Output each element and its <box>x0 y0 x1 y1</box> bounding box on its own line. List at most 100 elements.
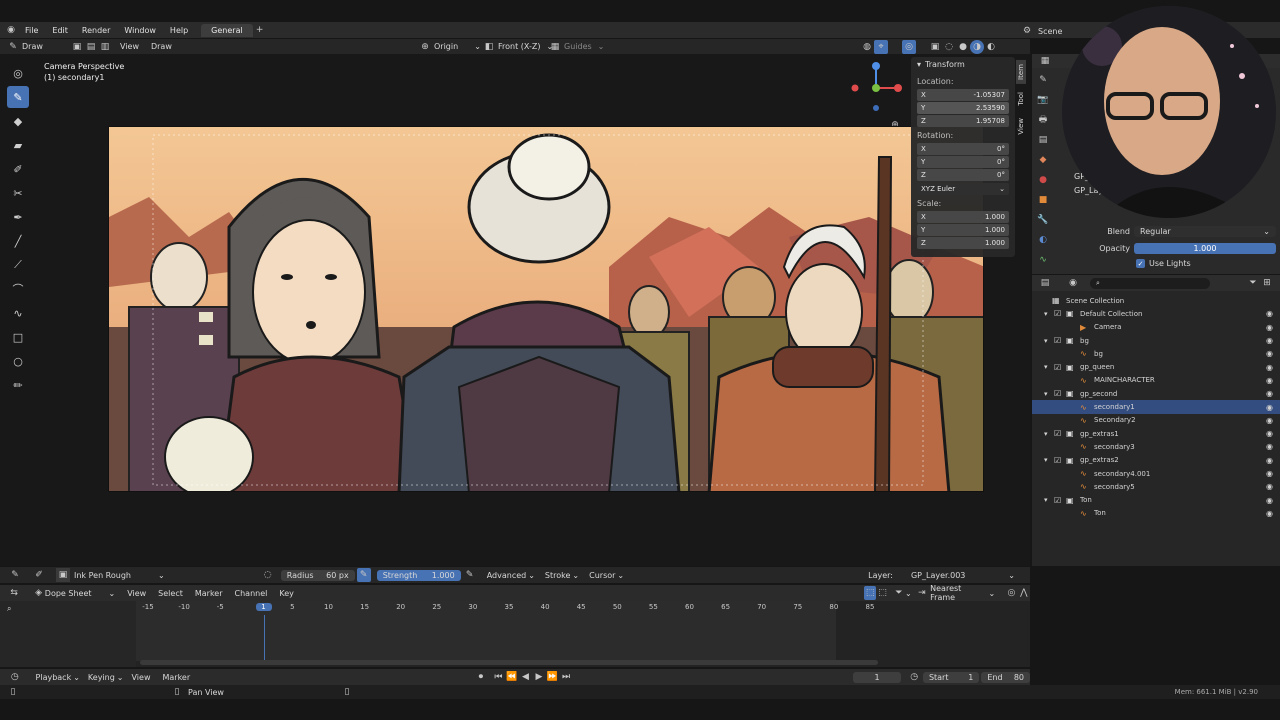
play-reverse-icon[interactable]: ◀ <box>519 670 533 684</box>
gizmo-neg-z-axis[interactable] <box>873 105 879 111</box>
outliner-row[interactable]: ∿ secondary1 ◉ <box>1032 400 1280 414</box>
circle-tool-icon[interactable]: ○ <box>7 350 29 372</box>
gizmo-icon[interactable]: ⌖ <box>874 39 888 54</box>
polyline-tool-icon[interactable]: ⟋ <box>7 254 29 276</box>
location-z-field[interactable]: Z 1.95708 <box>917 115 1009 127</box>
properties-editor-icon[interactable]: ▦ <box>1038 54 1052 68</box>
add-workspace-icon[interactable]: + <box>253 23 267 37</box>
display-mode-icon[interactable]: ◉ <box>1066 276 1080 290</box>
gizmo-x-axis[interactable] <box>894 84 902 92</box>
visibility-eye-icon[interactable]: ◉ <box>1266 349 1273 358</box>
collection-checkbox-icon[interactable]: ☑ <box>1054 363 1061 372</box>
opacity-slider[interactable]: 1.000 <box>1134 243 1276 254</box>
guides-toggle[interactable]: ▦ Guides ⌄ <box>548 40 605 54</box>
visibility-eye-icon[interactable]: ◉ <box>1266 469 1273 478</box>
disclosure-arrow-icon[interactable]: ▾ <box>1044 310 1048 318</box>
outliner-row[interactable]: ▾ ☑ ▣ gp_extras1 ◉ <box>1032 427 1280 440</box>
menu-help[interactable]: Help <box>163 26 195 35</box>
line-tool-icon[interactable]: ╱ <box>7 230 29 252</box>
curve-tool-icon[interactable]: ∿ <box>7 302 29 324</box>
dopesheet-mode-dropdown[interactable]: Dope Sheet <box>45 589 109 598</box>
record-icon[interactable]: ⏺ <box>474 670 488 684</box>
select-extend-icon[interactable]: ▤ <box>84 40 98 54</box>
menu-keying[interactable]: Keying <box>88 673 115 682</box>
outliner-editor-icon[interactable]: ▤ <box>1038 276 1052 290</box>
brush-name[interactable]: Ink Pen Rough <box>74 571 154 580</box>
scale-x-field[interactable]: X 1.000 <box>917 211 1009 223</box>
menu-marker[interactable]: Marker <box>162 673 190 682</box>
outliner-row[interactable]: ∿ secondary3 ◉ <box>1032 440 1280 453</box>
visibility-eye-icon[interactable]: ◉ <box>1266 389 1273 398</box>
blend-dropdown[interactable]: Regular ⌄ <box>1134 226 1276 237</box>
erase-tool-icon[interactable]: ▰ <box>7 134 29 156</box>
visibility-eye-icon[interactable]: ◉ <box>1266 442 1273 451</box>
outliner-row[interactable]: ∿ secondary5 ◉ <box>1032 480 1280 493</box>
fill-tool-icon[interactable]: ◆ <box>7 110 29 132</box>
radius-field[interactable]: Radius 60 px <box>280 569 355 581</box>
horizontal-scrollbar[interactable] <box>140 660 878 665</box>
editor-type-icon[interactable]: ✎ <box>8 568 22 582</box>
navigation-gizmo[interactable] <box>846 60 906 116</box>
workspace-tab-general[interactable]: General <box>201 23 253 37</box>
arc-tool-icon[interactable]: ⌒ <box>7 278 29 300</box>
collection-checkbox-icon[interactable]: ☑ <box>1054 336 1061 345</box>
shading-solid-icon[interactable]: ● <box>956 40 970 54</box>
menu-window[interactable]: Window <box>117 26 163 35</box>
disclosure-arrow-icon[interactable]: ▾ <box>1044 430 1048 438</box>
box-tool-icon[interactable]: □ <box>7 326 29 348</box>
strength-field[interactable]: Strength 1.000 <box>376 569 461 581</box>
pressure-icon[interactable]: ◌ <box>261 568 275 582</box>
disclosure-arrow-icon[interactable]: ▾ <box>1044 337 1048 345</box>
object-tab-icon[interactable]: ■ <box>1036 193 1050 207</box>
only-selected-icon[interactable]: ⬚ <box>863 586 877 600</box>
eyedropper-tool-icon[interactable]: ✒ <box>7 206 29 228</box>
annotate-tool-icon[interactable]: ✏ <box>7 374 29 396</box>
transform-panel-header[interactable]: ▾ Transform <box>911 57 1015 72</box>
visibility-eye-icon[interactable]: ◉ <box>1266 376 1273 385</box>
new-collection-icon[interactable]: ⊞ <box>1260 276 1274 290</box>
cursor-dropdown[interactable]: Cursor <box>589 571 615 580</box>
origin-dropdown[interactable]: ⊕ Origin ⌄ <box>418 40 481 54</box>
disclosure-arrow-icon[interactable]: ▾ <box>1044 496 1048 504</box>
menu-edit[interactable]: Edit <box>45 26 75 35</box>
visibility-eye-icon[interactable]: ◉ <box>1266 456 1273 465</box>
disclosure-arrow-icon[interactable]: ▾ <box>1044 456 1048 464</box>
render-tab-icon[interactable]: 📷 <box>1036 93 1050 107</box>
start-frame-field[interactable]: Start 1 <box>922 671 980 683</box>
location-y-field[interactable]: Y 2.53590 <box>917 102 1009 114</box>
drawing-plane-dropdown[interactable]: ◧ Front (X-Z) ⌄ <box>482 40 553 54</box>
menu-draw[interactable]: Draw <box>151 42 172 51</box>
shading-wireframe-icon[interactable]: ◌ <box>942 40 956 54</box>
menu-select[interactable]: Select <box>158 589 183 598</box>
rotation-z-field[interactable]: Z 0° <box>917 169 1009 181</box>
cutter-tool-icon[interactable]: ✂ <box>7 182 29 204</box>
draw-tool-icon[interactable]: ✎ <box>7 86 29 108</box>
outliner-row[interactable]: ∿ secondary4.001 ◉ <box>1032 467 1280 480</box>
physics-tab-icon[interactable]: ◐ <box>1036 233 1050 247</box>
output-tab-icon[interactable]: 🖶 <box>1036 113 1050 127</box>
outliner-row[interactable]: ▾ ☑ ▣ gp_second ◉ <box>1032 387 1280 400</box>
menu-view[interactable]: View <box>132 673 151 682</box>
cursor-tool-icon[interactable]: ◎ <box>7 62 29 84</box>
select-box-icon[interactable]: ▣ <box>70 40 84 54</box>
sidebar-tab-tool[interactable]: Tool <box>1016 88 1026 110</box>
proportional-edit-icon[interactable]: ◎ <box>1005 586 1017 600</box>
prev-keyframe-icon[interactable]: ⏪ <box>505 670 519 684</box>
object-data-tab-icon[interactable]: ∿ <box>1036 253 1050 267</box>
menu-channel[interactable]: Channel <box>235 589 268 598</box>
outliner-row[interactable]: ▾ ☑ ▣ gp_queen ◉ <box>1032 360 1280 373</box>
camera-frame-artwork[interactable] <box>108 126 984 492</box>
menu-key[interactable]: Key <box>279 589 294 598</box>
stroke-dropdown[interactable]: Stroke <box>545 571 571 580</box>
outliner-search-input[interactable]: ⌕ <box>1090 277 1210 289</box>
outliner-row[interactable]: ∿ MAINCHARACTER ◉ <box>1032 374 1280 387</box>
xray-icon[interactable]: ▣ <box>928 40 942 54</box>
brush-preview-icon[interactable]: ▣ <box>56 568 70 582</box>
advanced-dropdown[interactable]: Advanced <box>487 571 527 580</box>
outliner-row[interactable]: ▾ ☑ ▣ Ton ◉ <box>1032 493 1280 506</box>
collection-checkbox-icon[interactable]: ☑ <box>1054 309 1061 318</box>
current-frame-field[interactable]: 1 <box>852 671 902 683</box>
radius-pressure-icon[interactable]: ✎ <box>356 568 371 582</box>
filter-icon[interactable]: ⏷ <box>893 586 905 600</box>
outliner-row[interactable]: ▾ ☑ ▣ gp_extras2 ◉ <box>1032 454 1280 467</box>
